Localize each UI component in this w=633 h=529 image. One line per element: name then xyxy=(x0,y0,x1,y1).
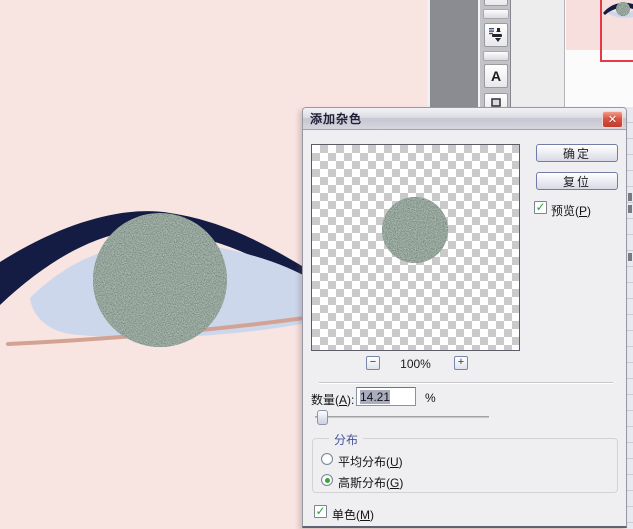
preview-noise-circle xyxy=(312,145,520,351)
amount-value: 14.21 xyxy=(360,390,390,404)
type-tool-icon: A xyxy=(491,69,501,83)
zoom-in-button[interactable]: + xyxy=(454,356,468,370)
gaussian-radio-label: 高斯分布(G) xyxy=(338,474,403,491)
uniform-radio[interactable] xyxy=(321,453,333,465)
monochromatic-checkbox[interactable]: ✓ xyxy=(314,505,327,518)
amount-unit: % xyxy=(425,391,436,405)
preview-zoom-controls: − 100% + xyxy=(311,354,520,372)
pattern-stamp-tool-button[interactable] xyxy=(484,23,508,47)
toolbox-separator xyxy=(483,51,509,61)
plus-icon: + xyxy=(458,356,464,368)
zoom-level: 100% xyxy=(311,357,520,371)
tool-button-partial-top[interactable] xyxy=(484,0,508,6)
amount-slider[interactable] xyxy=(315,416,489,419)
preview-checkbox-label: 预览(P) xyxy=(551,202,591,219)
gaussian-radio[interactable] xyxy=(321,474,333,486)
pattern-stamp-icon xyxy=(488,27,504,43)
slider-thumb[interactable] xyxy=(317,410,328,425)
radio-dot-icon xyxy=(325,478,330,483)
amount-label: 数量(A): xyxy=(311,391,354,408)
section-separator xyxy=(319,382,613,384)
ok-button[interactable]: 确定 xyxy=(536,144,618,162)
toolbox-separator xyxy=(483,9,509,19)
amount-input[interactable]: 14.21 xyxy=(356,387,416,406)
clipped-palette-text xyxy=(628,253,632,261)
palette-well-background xyxy=(511,0,564,107)
photoshop-workspace: A 添加杂色 xyxy=(0,0,633,529)
eye-artwork xyxy=(0,180,312,360)
reset-button[interactable]: 复位 xyxy=(536,172,618,190)
clipped-palette-text xyxy=(628,205,632,213)
noise-preview-area[interactable] xyxy=(311,144,520,351)
checkmark-icon: ✓ xyxy=(315,504,325,518)
checkmark-icon: ✓ xyxy=(535,200,545,214)
clipped-palette-text xyxy=(628,193,632,201)
dialog-title: 添加杂色 xyxy=(303,110,362,127)
close-icon: ✕ xyxy=(608,113,617,126)
preview-checkbox[interactable]: ✓ xyxy=(534,201,547,214)
add-noise-dialog: 添加杂色 ✕ − xyxy=(302,107,627,528)
close-button[interactable]: ✕ xyxy=(602,111,623,128)
uniform-radio-label: 平均分布(U) xyxy=(338,453,403,470)
toolbox-palette: A xyxy=(478,0,511,107)
type-tool-button[interactable]: A xyxy=(484,64,508,88)
palette-sliver xyxy=(627,107,633,529)
workspace-background xyxy=(430,0,478,107)
navigator-view-box[interactable] xyxy=(600,0,633,62)
monochromatic-checkbox-label: 单色(M) xyxy=(332,506,374,523)
dialog-titlebar[interactable]: 添加杂色 xyxy=(303,108,626,130)
distribution-group-label: 分布 xyxy=(329,431,363,448)
